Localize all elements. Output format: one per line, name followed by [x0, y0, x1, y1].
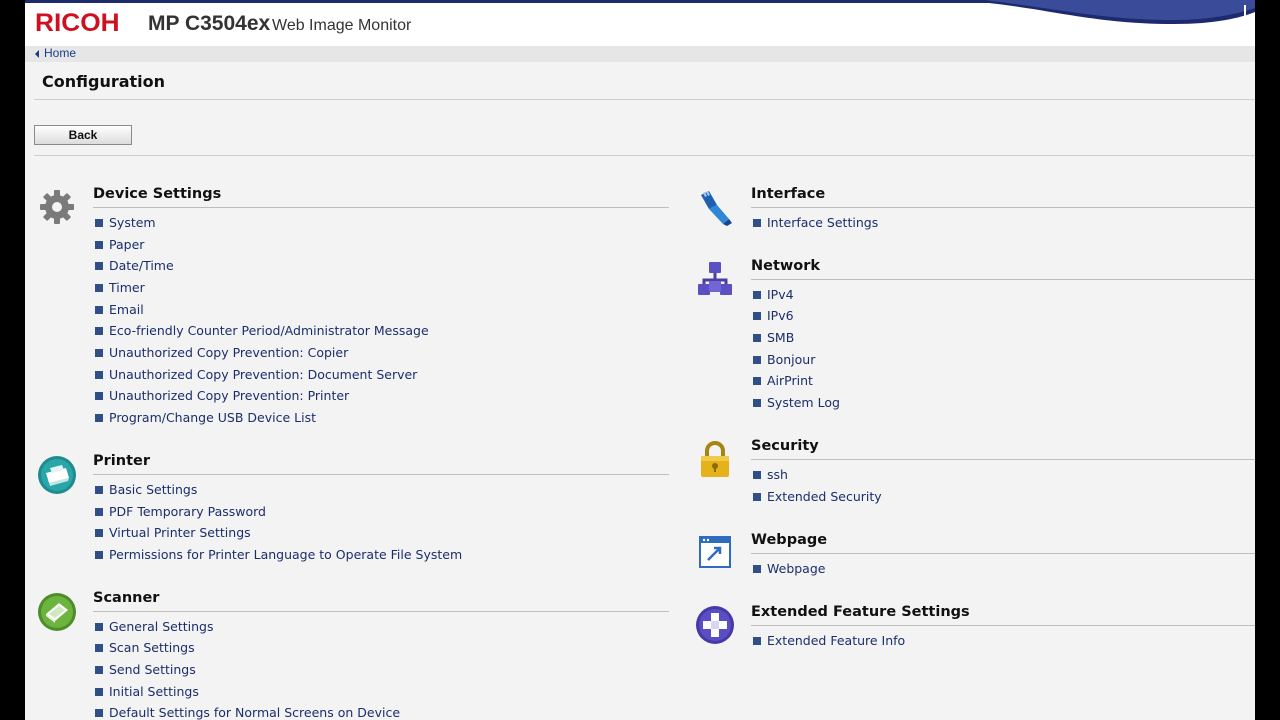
link-webpage[interactable]: Webpage	[753, 561, 825, 581]
section-title-webpage: Webpage	[751, 532, 828, 548]
link-copy-prevention-document-server[interactable]: Unauthorized Copy Prevention: Document S…	[95, 367, 417, 387]
section-divider	[93, 611, 669, 612]
link-general-settings[interactable]: General Settings	[95, 619, 214, 639]
breadcrumb: Home	[25, 46, 1255, 62]
section-title-extended-feature-settings: Extended Feature Settings	[751, 604, 970, 620]
network-cable-icon	[701, 191, 732, 226]
title-divider	[34, 99, 1255, 100]
section-divider	[751, 207, 1255, 208]
link-interface-settings[interactable]: Interface Settings	[753, 215, 878, 235]
section-title-interface: Interface	[751, 186, 826, 202]
link-pdf-temporary-password[interactable]: PDF Temporary Password	[95, 504, 266, 524]
section-divider	[751, 279, 1255, 280]
link-extended-feature-info[interactable]: Extended Feature Info	[753, 633, 905, 653]
padlock-icon	[701, 441, 729, 477]
link-paper[interactable]: Paper	[95, 237, 144, 257]
section-divider	[93, 207, 669, 208]
section-title-printer: Printer	[93, 453, 150, 469]
link-initial-settings[interactable]: Initial Settings	[95, 684, 199, 704]
link-usb-device-list[interactable]: Program/Change USB Device List	[95, 410, 316, 430]
link-system[interactable]: System	[95, 215, 156, 235]
link-ipv6[interactable]: IPv6	[753, 308, 794, 328]
section-title-security: Security	[751, 438, 819, 454]
printer-icon	[38, 456, 76, 494]
section-divider	[93, 474, 669, 475]
section-divider	[751, 553, 1255, 554]
back-arrow-icon	[35, 50, 39, 58]
page-title: Configuration	[42, 72, 166, 91]
section-divider	[751, 459, 1255, 460]
link-date-time[interactable]: Date/Time	[95, 258, 174, 278]
link-bonjour[interactable]: Bonjour	[753, 352, 815, 372]
app-name: Web Image Monitor	[272, 17, 412, 34]
link-printer-language-permissions[interactable]: Permissions for Printer Language to Oper…	[95, 547, 462, 567]
link-airprint[interactable]: AirPrint	[753, 373, 813, 393]
link-eco-counter[interactable]: Eco-friendly Counter Period/Administrato…	[95, 323, 429, 343]
device-model: MP C3504ex	[148, 12, 271, 35]
link-email[interactable]: Email	[95, 302, 144, 322]
gear-icon	[40, 190, 74, 224]
link-send-settings[interactable]: Send Settings	[95, 662, 196, 682]
link-smb[interactable]: SMB	[753, 330, 794, 350]
link-copy-prevention-printer[interactable]: Unauthorized Copy Prevention: Printer	[95, 388, 349, 408]
section-title-network: Network	[751, 258, 821, 274]
link-system-log[interactable]: System Log	[753, 395, 840, 415]
link-default-settings-normal-screens[interactable]: Default Settings for Normal Screens on D…	[95, 705, 400, 720]
link-ipv4[interactable]: IPv4	[753, 287, 794, 307]
link-extended-security[interactable]: Extended Security	[753, 489, 882, 509]
link-scan-settings[interactable]: Scan Settings	[95, 640, 195, 660]
network-topology-icon	[698, 262, 732, 295]
link-basic-settings[interactable]: Basic Settings	[95, 482, 197, 502]
link-copy-prevention-copier[interactable]: Unauthorized Copy Prevention: Copier	[95, 345, 348, 365]
back-button[interactable]: Back	[34, 125, 132, 145]
section-title-device-settings: Device Settings	[93, 186, 222, 202]
toolbar-divider	[34, 155, 1255, 156]
home-link[interactable]: Home	[44, 46, 76, 60]
header-bar: RICOH MP C3504ex Web Image Monitor	[25, 0, 1255, 46]
scanner-icon	[38, 593, 76, 631]
browser-window-icon	[699, 536, 731, 568]
section-divider	[751, 625, 1255, 626]
section-title-scanner: Scanner	[93, 590, 160, 606]
link-timer[interactable]: Timer	[95, 280, 145, 300]
ricoh-logo: RICOH	[35, 9, 120, 37]
plus-cross-icon	[696, 606, 734, 644]
link-virtual-printer-settings[interactable]: Virtual Printer Settings	[95, 525, 251, 545]
link-ssh[interactable]: ssh	[753, 467, 788, 487]
web-image-monitor-window: RICOH MP C3504ex Web Image Monitor Home …	[25, 0, 1255, 720]
